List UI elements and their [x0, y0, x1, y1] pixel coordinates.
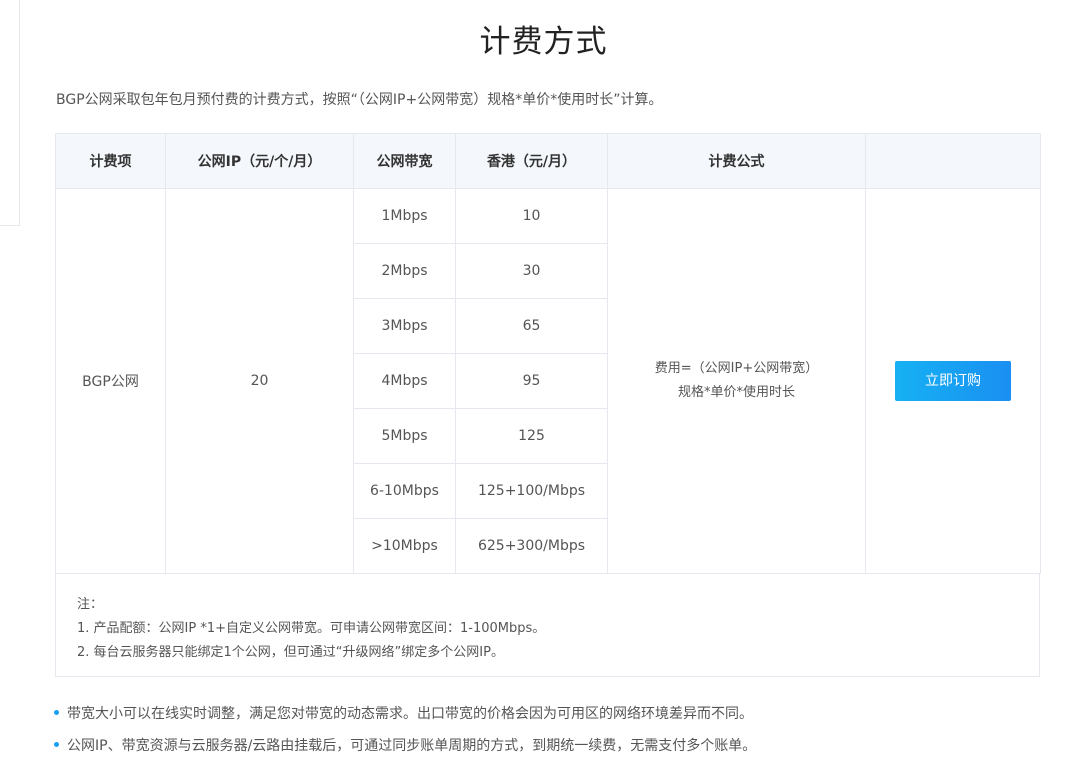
feature-bullets: 带宽大小可以在线实时调整，满足您对带宽的动态需求。出口带宽的价格会因为可用区的网… — [53, 702, 756, 766]
price-cell: 95 — [455, 353, 608, 409]
bandwidth-cell: 4Mbps — [353, 353, 456, 409]
pricing-intro: BGP公网采取包年包月预付费的计费方式，按照“（公网IP+公网带宽）规格*单价*… — [56, 92, 663, 108]
bandwidth-cell: 5Mbps — [353, 408, 456, 464]
price-cell: 625+300/Mbps — [455, 518, 608, 574]
pricing-table: 计费项 公网IP（元/个/月） 公网带宽 香港（元/月） 计费公式 BGP公网 … — [55, 133, 1041, 574]
price-cell: 65 — [455, 298, 608, 354]
header-formula: 计费公式 — [607, 133, 866, 189]
notes-box: 注： 1. 产品配额：公网IP *1+自定义公网带宽。可申请公网带宽区间：1-1… — [55, 573, 1040, 677]
price-cell: 125+100/Mbps — [455, 463, 608, 519]
notes-label: 注： — [77, 597, 104, 612]
action-cell: 立即订购 — [865, 188, 1041, 574]
header-bandwidth: 公网带宽 — [353, 133, 456, 189]
price-cell: 30 — [455, 243, 608, 299]
bullet-dot-icon — [54, 742, 59, 747]
note-item-1: 1. 产品配额：公网IP *1+自定义公网带宽。可申请公网带宽区间：1-100M… — [77, 621, 546, 636]
list-item: 公网IP、带宽资源与云服务器/云路由挂载后，可通过同步账单周期的方式，到期统一续… — [53, 734, 756, 766]
price-cell: 125 — [455, 408, 608, 464]
header-hongkong-price: 香港（元/月） — [455, 133, 608, 189]
bullet-text: 公网IP、带宽资源与云服务器/云路由挂载后，可通过同步账单周期的方式，到期统一续… — [67, 738, 757, 754]
header-billing-item: 计费项 — [55, 133, 166, 189]
table-row: BGP公网 20 1Mbps 10 费用=（公网IP+公网带宽） 规格*单价*使… — [55, 188, 1041, 574]
bandwidth-cell: 3Mbps — [353, 298, 456, 354]
bandwidth-cell: >10Mbps — [353, 518, 456, 574]
formula-line-2: 规格*单价*使用时长 — [677, 385, 795, 400]
page-title: 计费方式 — [479, 24, 608, 60]
bandwidth-cell: 1Mbps — [353, 188, 456, 244]
order-now-button[interactable]: 立即订购 — [895, 361, 1011, 401]
note-item-2: 2. 每台云服务器只能绑定1个公网，但可通过“升级网络”绑定多个公网IP。 — [77, 645, 504, 660]
list-item: 带宽大小可以在线实时调整，满足您对带宽的动态需求。出口带宽的价格会因为可用区的网… — [53, 702, 756, 734]
bandwidth-cell: 6-10Mbps — [353, 463, 456, 519]
table-header-row: 计费项 公网IP（元/个/月） 公网带宽 香港（元/月） 计费公式 — [55, 133, 1041, 189]
bandwidth-cell: 2Mbps — [353, 243, 456, 299]
billing-item-cell: BGP公网 — [55, 188, 166, 574]
bullet-dot-icon — [54, 710, 59, 715]
price-cell: 10 — [455, 188, 608, 244]
formula-cell: 费用=（公网IP+公网带宽） 规格*单价*使用时长 — [607, 188, 866, 574]
bullet-text: 带宽大小可以在线实时调整，满足您对带宽的动态需求。出口带宽的价格会因为可用区的网… — [67, 706, 753, 722]
ip-price-cell: 20 — [165, 188, 354, 574]
header-action — [865, 133, 1041, 189]
formula-line-1: 费用=（公网IP+公网带宽） — [654, 361, 819, 376]
header-ip-price: 公网IP（元/个/月） — [165, 133, 354, 189]
